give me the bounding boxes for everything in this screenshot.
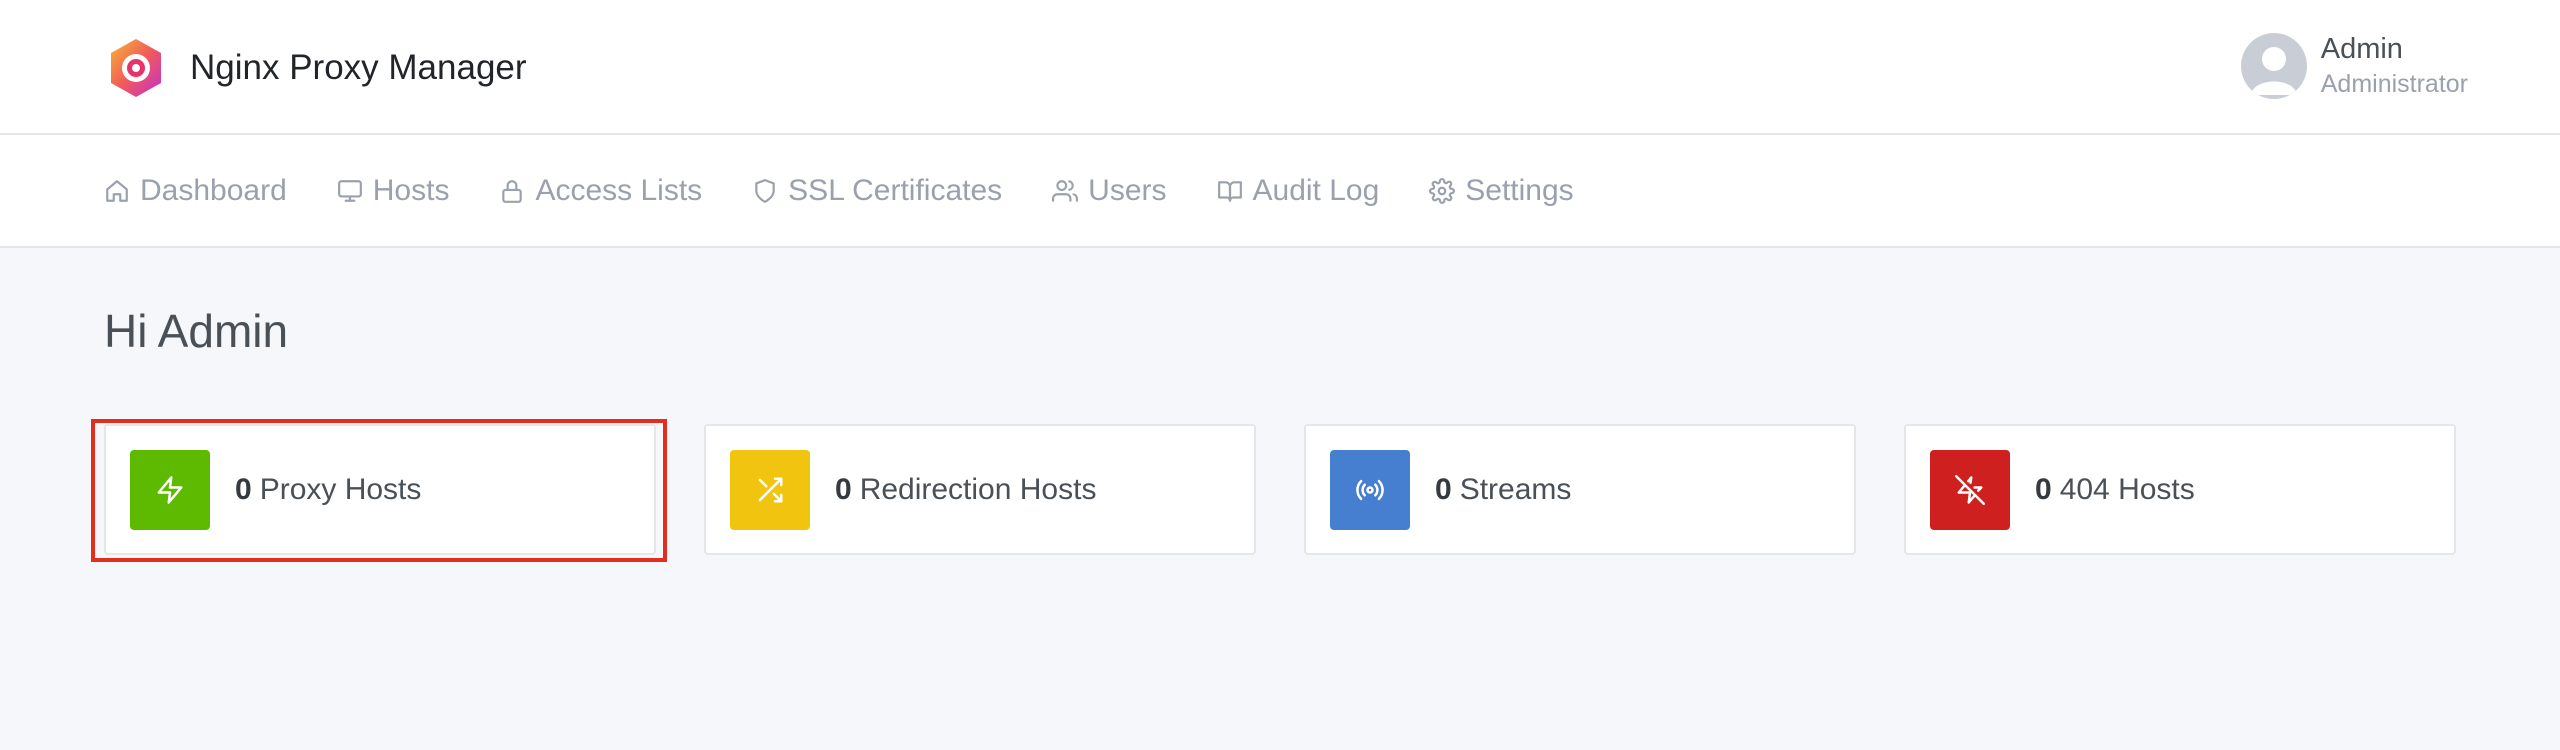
gear-icon [1429,177,1456,204]
user-menu[interactable]: Admin Administrator [2240,33,2468,99]
radio-icon [1356,479,1384,500]
avatar [2240,33,2307,99]
home-icon [106,179,128,202]
card-proxy-hosts[interactable]: 0 Proxy Hosts [91,419,667,562]
monitor-icon [337,179,362,202]
nav-item-label: SSL Certificates [788,173,1003,207]
card-count: 0 [235,472,252,506]
nav-item-label: Dashboard [140,173,287,207]
stamp [130,449,210,530]
card-label: Proxy Hosts [259,472,422,506]
zap-off-icon [1955,474,1985,505]
nav-item-dashboard[interactable]: Dashboard [104,174,287,208]
app-title: Nginx Proxy Manager [190,48,527,87]
nav-item-label: Audit Log [1252,173,1380,207]
card-streams[interactable]: 0 Streams [1304,424,1856,555]
card-count: 0 [2035,472,2052,506]
shuffle-icon [758,477,783,502]
card-count: 0 [1435,472,1452,506]
nav-item-label: Users [1088,173,1167,207]
card-label: Redirection Hosts [859,472,1097,506]
nav-item-access-lists[interactable]: Access Lists [499,174,702,208]
card-label: Streams [1459,472,1572,506]
nav-item-settings[interactable]: Settings [1429,173,1574,208]
nav-item-hosts[interactable]: Hosts [337,173,450,208]
zap-icon [157,475,183,504]
stamp [1930,449,2010,530]
nav-item-label: Access Lists [535,173,703,207]
stamp [1330,449,1410,530]
user-name: Admin [2320,33,2403,65]
lock-icon [502,179,523,203]
stamp [730,449,810,530]
user-role: Administrator [2320,70,2468,98]
main-nav: Dashboard Hosts Access Lists SSL Certifi… [0,135,2560,248]
card-count: 0 [835,472,852,506]
nav-item-audit-log[interactable]: Audit Log [1217,173,1380,208]
card-redirection-hosts[interactable]: 0 Redirection Hosts [704,424,1256,555]
card-404-hosts[interactable]: 0 404 Hosts [1904,424,2456,555]
book-icon [1217,180,1242,202]
page-title: Hi Admin [104,305,289,357]
users-icon [1052,179,1079,202]
shield-icon [755,178,775,203]
user-silhouette-icon [2250,47,2297,95]
nav-item-users[interactable]: Users [1052,173,1167,208]
card-label: 404 Hosts [2059,472,2195,506]
nginx-proxy-manager-logo-icon [111,39,161,97]
nav-item-label: Settings [1465,173,1574,207]
brand[interactable]: Nginx Proxy Manager [104,36,527,100]
nav-item-label: Hosts [372,173,450,207]
stat-cards: 0 Proxy Hosts 0 Redirection Hosts 0 Streams… [91,419,2456,562]
top-header: Nginx Proxy Manager Admin Administrator [0,0,2560,135]
nav-item-ssl-certificates[interactable]: SSL Certificates [752,174,1002,208]
